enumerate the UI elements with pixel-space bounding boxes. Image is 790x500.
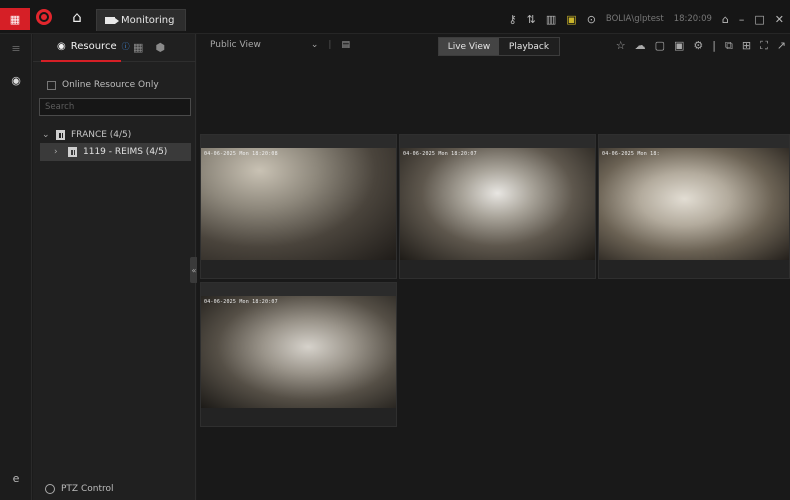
tile-footer: [201, 408, 396, 426]
camera-feed[interactable]: 04-06-2025 Mon 18:20:07: [201, 296, 396, 409]
separator: |: [328, 40, 332, 50]
chevron-down-icon[interactable]: ⌄: [42, 130, 50, 140]
camera-icon: [105, 17, 119, 24]
maximize-icon[interactable]: □: [754, 13, 764, 26]
ptz-control-label: PTZ Control: [61, 484, 114, 494]
tile-footer: [400, 260, 595, 278]
resource-panel: ◉ Resource ⓘ ▦ ⬢ Online Resource Only ⌄ …: [33, 34, 196, 500]
camera-feed[interactable]: 04-06-2025 Mon 18:: [599, 148, 789, 261]
osd-timestamp: 04-06-2025 Mon 18:20:07: [403, 151, 477, 157]
tile-footer: [201, 260, 396, 278]
view-mode-toggle: Live View Playback: [438, 37, 560, 56]
online-only-label: Online Resource Only: [62, 80, 159, 90]
building-icon: [68, 147, 77, 157]
tab-monitoring[interactable]: Monitoring: [96, 9, 186, 31]
brand-logo-icon: [36, 9, 52, 25]
camera-feed[interactable]: 04-06-2025 Mon 18:20:07: [400, 148, 595, 261]
info-icon[interactable]: ⓘ: [122, 41, 130, 52]
title-bar-controls: ⚷ ⇅ ▥ ▣ ⊙ BOLIA\glptest 18:20:09 ⌂ – □ ✕: [509, 10, 784, 28]
camera-feed[interactable]: 04-06-2025 Mon 18:20:08: [201, 148, 396, 261]
view-select-label: Public View: [210, 40, 261, 50]
chevron-right-icon[interactable]: ›: [54, 147, 62, 157]
grid-layout-icon[interactable]: ⊞: [742, 39, 751, 53]
key-icon[interactable]: ⚷: [509, 13, 517, 26]
tree-item-reims[interactable]: › 1119 - REIMS (4/5): [40, 143, 191, 161]
tab-resource[interactable]: ◉ Resource ⓘ: [41, 34, 130, 62]
online-resource-toggle[interactable]: Online Resource Only: [47, 80, 159, 90]
tile-footer: [599, 260, 789, 278]
tile-header: [599, 135, 789, 148]
layout-icon[interactable]: ▥: [546, 13, 556, 26]
chevron-down-icon: ⌄: [310, 40, 319, 50]
ptz-icon: [45, 484, 55, 494]
tree-item-label: FRANCE (4/5): [71, 130, 132, 140]
title-bar: ▦ ⌂ Monitoring ⚷ ⇅ ▥ ▣ ⊙ BOLIA\glptest 1…: [0, 0, 790, 34]
view-select[interactable]: Public View ⌄ | ▤: [210, 40, 350, 50]
toolbar-icons: ☆ ☁ ▢ ▣ ⚙ | ⧉ ⊞ ⛶ ↗: [616, 39, 786, 53]
online-only-checkbox[interactable]: [47, 80, 56, 90]
home-icon[interactable]: ⌂: [66, 8, 88, 28]
separator: |: [712, 39, 716, 52]
help-icon[interactable]: ⊙: [587, 13, 596, 26]
edge-icon[interactable]: e: [0, 472, 32, 494]
tab-resource-label: Resource: [70, 41, 117, 52]
video-tile[interactable]: 04-06-2025 Mon 18:20:07: [200, 282, 397, 427]
search-input[interactable]: [39, 98, 191, 116]
view-toolbar: Public View ⌄ | ▤ Live View Playback ☆ ☁…: [197, 34, 790, 58]
snapshot-icon[interactable]: ▢: [655, 39, 665, 53]
star-icon[interactable]: ☆: [616, 39, 626, 53]
tree-item-label: 1119 - REIMS (4/5): [83, 147, 168, 157]
save-view-icon[interactable]: ▤: [341, 40, 350, 50]
fullscreen-icon[interactable]: ⛶: [760, 39, 768, 53]
video-tile[interactable]: 04-06-2025 Mon 18:: [598, 134, 790, 279]
main-view: Public View ⌄ | ▤ Live View Playback ☆ ☁…: [197, 34, 790, 500]
export-icon[interactable]: ↗: [777, 39, 786, 53]
building-icon: [56, 130, 65, 140]
layout-tab-icon[interactable]: ▦: [133, 41, 143, 54]
image-icon[interactable]: ▣: [566, 13, 576, 26]
video-tile[interactable]: 04-06-2025 Mon 18:20:08: [200, 134, 397, 279]
settings-icon[interactable]: ⚙: [693, 39, 703, 53]
cloud-icon[interactable]: ☁: [635, 39, 646, 53]
close-icon[interactable]: ✕: [775, 13, 784, 26]
window-icon[interactable]: ⧉: [725, 39, 733, 53]
globe-icon: ◉: [57, 41, 66, 52]
tree-item-france[interactable]: ⌄ FRANCE (4/5): [33, 126, 196, 144]
tile-header: [400, 135, 595, 148]
clock: 18:20:09: [673, 14, 712, 24]
osd-timestamp: 04-06-2025 Mon 18:: [602, 151, 660, 157]
panel-tabs: ◉ Resource ⓘ ▦ ⬢: [33, 34, 196, 62]
osd-timestamp: 04-06-2025 Mon 18:20:08: [204, 151, 278, 157]
lock-icon[interactable]: ⌂: [722, 13, 729, 26]
video-tile[interactable]: 04-06-2025 Mon 18:20:07: [399, 134, 596, 279]
ptz-control[interactable]: PTZ Control: [45, 484, 113, 494]
tab-monitoring-label: Monitoring: [121, 15, 175, 26]
tile-header: [201, 283, 396, 296]
record-icon[interactable]: ▣: [674, 39, 684, 53]
minimize-icon[interactable]: –: [739, 13, 745, 26]
cube-tab-icon[interactable]: ⬢: [155, 41, 165, 54]
playback-button[interactable]: Playback: [499, 38, 559, 55]
live-view-button[interactable]: Live View: [439, 38, 499, 55]
osd-timestamp: 04-06-2025 Mon 18:20:07: [204, 299, 278, 305]
tile-header: [201, 135, 396, 148]
left-rail: ≡ ◉ e: [0, 34, 32, 500]
app-grid-icon[interactable]: ▦: [0, 8, 30, 30]
user-name[interactable]: BOLIA\glptest: [606, 14, 664, 24]
menu-icon[interactable]: ≡: [0, 42, 32, 64]
transfer-icon[interactable]: ⇅: [527, 13, 536, 26]
globe-icon[interactable]: ◉: [0, 74, 32, 96]
